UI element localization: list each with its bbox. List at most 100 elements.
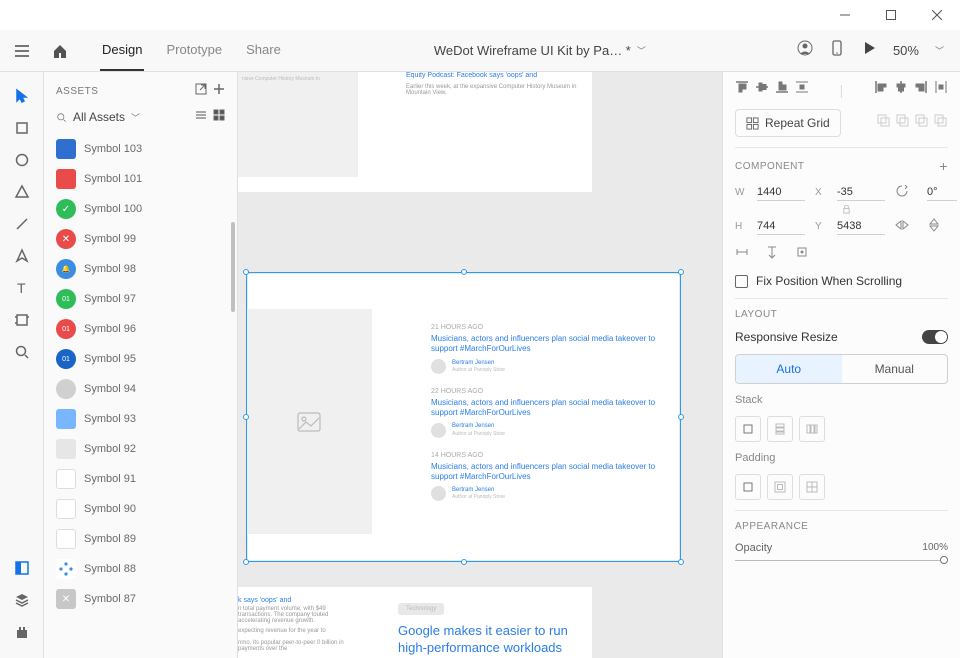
selection-handle[interactable] — [461, 559, 467, 565]
opacity-slider[interactable]: 100% — [735, 556, 948, 564]
flip-v-icon[interactable] — [927, 218, 957, 235]
resize-manual-button[interactable]: Manual — [842, 355, 948, 383]
asset-item[interactable]: 01Symbol 97 — [54, 284, 227, 314]
zoom-value[interactable]: 50% — [893, 43, 919, 58]
menu-button[interactable] — [6, 42, 38, 60]
selection-handle[interactable] — [678, 559, 684, 565]
window-minimize-button[interactable] — [822, 0, 868, 30]
asset-item[interactable]: 01Symbol 96 — [54, 314, 227, 344]
asset-item[interactable]: Symbol 88 — [54, 554, 227, 584]
pen-tool[interactable] — [7, 240, 37, 272]
selection-handle[interactable] — [243, 559, 249, 565]
align-bottom-icon[interactable] — [775, 80, 789, 99]
add-component-button[interactable]: + — [939, 158, 948, 174]
asset-item[interactable]: Symbol 93 — [54, 404, 227, 434]
align-left-icon[interactable] — [874, 80, 888, 99]
intersect-op-icon[interactable] — [914, 113, 929, 133]
assets-list[interactable]: Symbol 103Symbol 101✓Symbol 100✕Symbol 9… — [44, 134, 237, 658]
align-right-icon[interactable] — [914, 80, 928, 99]
asset-item[interactable]: Symbol 90 — [54, 494, 227, 524]
scroll-vertical-icon[interactable] — [765, 245, 779, 264]
polygon-tool[interactable] — [7, 176, 37, 208]
selection-handle[interactable] — [461, 269, 467, 275]
selection-handle[interactable] — [678, 414, 684, 420]
link-assets-icon[interactable] — [195, 82, 207, 100]
distribute-h-icon[interactable] — [934, 80, 948, 99]
window-maximize-button[interactable] — [868, 0, 914, 30]
tab-design[interactable]: Design — [100, 30, 144, 71]
asset-item[interactable]: Symbol 89 — [54, 524, 227, 554]
scroll-both-icon[interactable] — [795, 245, 809, 264]
list-view-icon[interactable] — [195, 108, 207, 126]
scroll-horizontal-icon[interactable] — [735, 245, 749, 264]
canvas[interactable]: nsive Computer History Museum in Equity … — [238, 72, 722, 658]
zoom-tool[interactable] — [7, 336, 37, 368]
repeat-grid-button[interactable]: Repeat Grid — [735, 109, 841, 137]
ellipse-tool[interactable] — [7, 144, 37, 176]
home-button[interactable] — [42, 43, 78, 59]
selection-handle[interactable] — [678, 269, 684, 275]
asset-item[interactable]: ✕Symbol 99 — [54, 224, 227, 254]
flip-h-icon[interactable] — [895, 218, 919, 235]
chevron-down-icon[interactable]: ﹀ — [935, 44, 944, 57]
align-hcenter-icon[interactable] — [894, 80, 908, 99]
grid-view-icon[interactable] — [213, 108, 225, 126]
resize-auto-button[interactable]: Auto — [736, 355, 842, 383]
asset-item[interactable]: 🔔Symbol 98 — [54, 254, 227, 284]
assets-toggle[interactable] — [7, 552, 37, 584]
tab-share[interactable]: Share — [244, 30, 283, 71]
tab-prototype[interactable]: Prototype — [164, 30, 224, 71]
rotate-icon[interactable] — [895, 184, 919, 201]
rectangle-tool[interactable] — [7, 112, 37, 144]
padding-detail-button[interactable] — [799, 474, 825, 500]
asset-item[interactable]: Symbol 94 — [54, 374, 227, 404]
asset-item[interactable]: Symbol 101 — [54, 164, 227, 194]
align-vcenter-icon[interactable] — [755, 80, 769, 99]
selection-handle[interactable] — [243, 269, 249, 275]
asset-item[interactable]: Symbol 91 — [54, 464, 227, 494]
document-title[interactable]: WeDot Wireframe UI Kit by Pa… * ﹀ — [283, 43, 797, 58]
subtract-op-icon[interactable] — [895, 113, 910, 133]
selection-box[interactable] — [246, 272, 681, 562]
height-input[interactable] — [757, 218, 805, 235]
artboard-tool[interactable] — [7, 304, 37, 336]
rotation-input[interactable] — [927, 184, 957, 201]
responsive-resize-toggle[interactable] — [922, 330, 948, 344]
profile-icon[interactable] — [797, 40, 813, 61]
device-preview-icon[interactable] — [829, 40, 845, 61]
padding-separate-button[interactable] — [767, 474, 793, 500]
asset-item[interactable]: ✕Symbol 87 — [54, 584, 227, 614]
stack-horizontal-button[interactable] — [799, 416, 825, 442]
artboard[interactable]: k says 'oops' and n total payment volume… — [238, 587, 592, 658]
plugins-toggle[interactable] — [7, 616, 37, 648]
asset-item[interactable]: ✓Symbol 100 — [54, 194, 227, 224]
padding-same-button[interactable] — [735, 474, 761, 500]
width-input[interactable] — [757, 184, 805, 201]
select-tool[interactable] — [7, 80, 37, 112]
line-tool[interactable] — [7, 208, 37, 240]
assets-search[interactable]: All Assets ﹀ — [56, 110, 140, 124]
exclude-op-icon[interactable] — [933, 113, 948, 133]
selection-handle[interactable] — [243, 414, 249, 420]
asset-swatch — [56, 529, 76, 549]
asset-item[interactable]: 01Symbol 95 — [54, 344, 227, 374]
asset-item[interactable]: Symbol 103 — [54, 134, 227, 164]
window-close-button[interactable] — [914, 0, 960, 30]
x-input[interactable] — [837, 184, 885, 201]
stack-none-button[interactable] — [735, 416, 761, 442]
stack-vertical-button[interactable] — [767, 416, 793, 442]
lock-icon[interactable] — [842, 205, 851, 214]
artboard[interactable]: nsive Computer History Museum in Equity … — [238, 72, 592, 192]
fix-position-checkbox[interactable] — [735, 275, 748, 288]
layers-toggle[interactable] — [7, 584, 37, 616]
align-top-icon[interactable] — [735, 80, 749, 99]
play-button[interactable] — [861, 40, 877, 61]
add-op-icon[interactable] — [876, 113, 891, 133]
distribute-v-icon[interactable] — [795, 80, 809, 99]
resize-mode-segment[interactable]: Auto Manual — [735, 354, 948, 384]
text-tool[interactable]: T — [7, 272, 37, 304]
asset-item[interactable]: Symbol 92 — [54, 434, 227, 464]
y-input[interactable] — [837, 218, 885, 235]
add-asset-icon[interactable] — [213, 82, 225, 100]
scrollbar-thumb[interactable] — [231, 222, 235, 312]
